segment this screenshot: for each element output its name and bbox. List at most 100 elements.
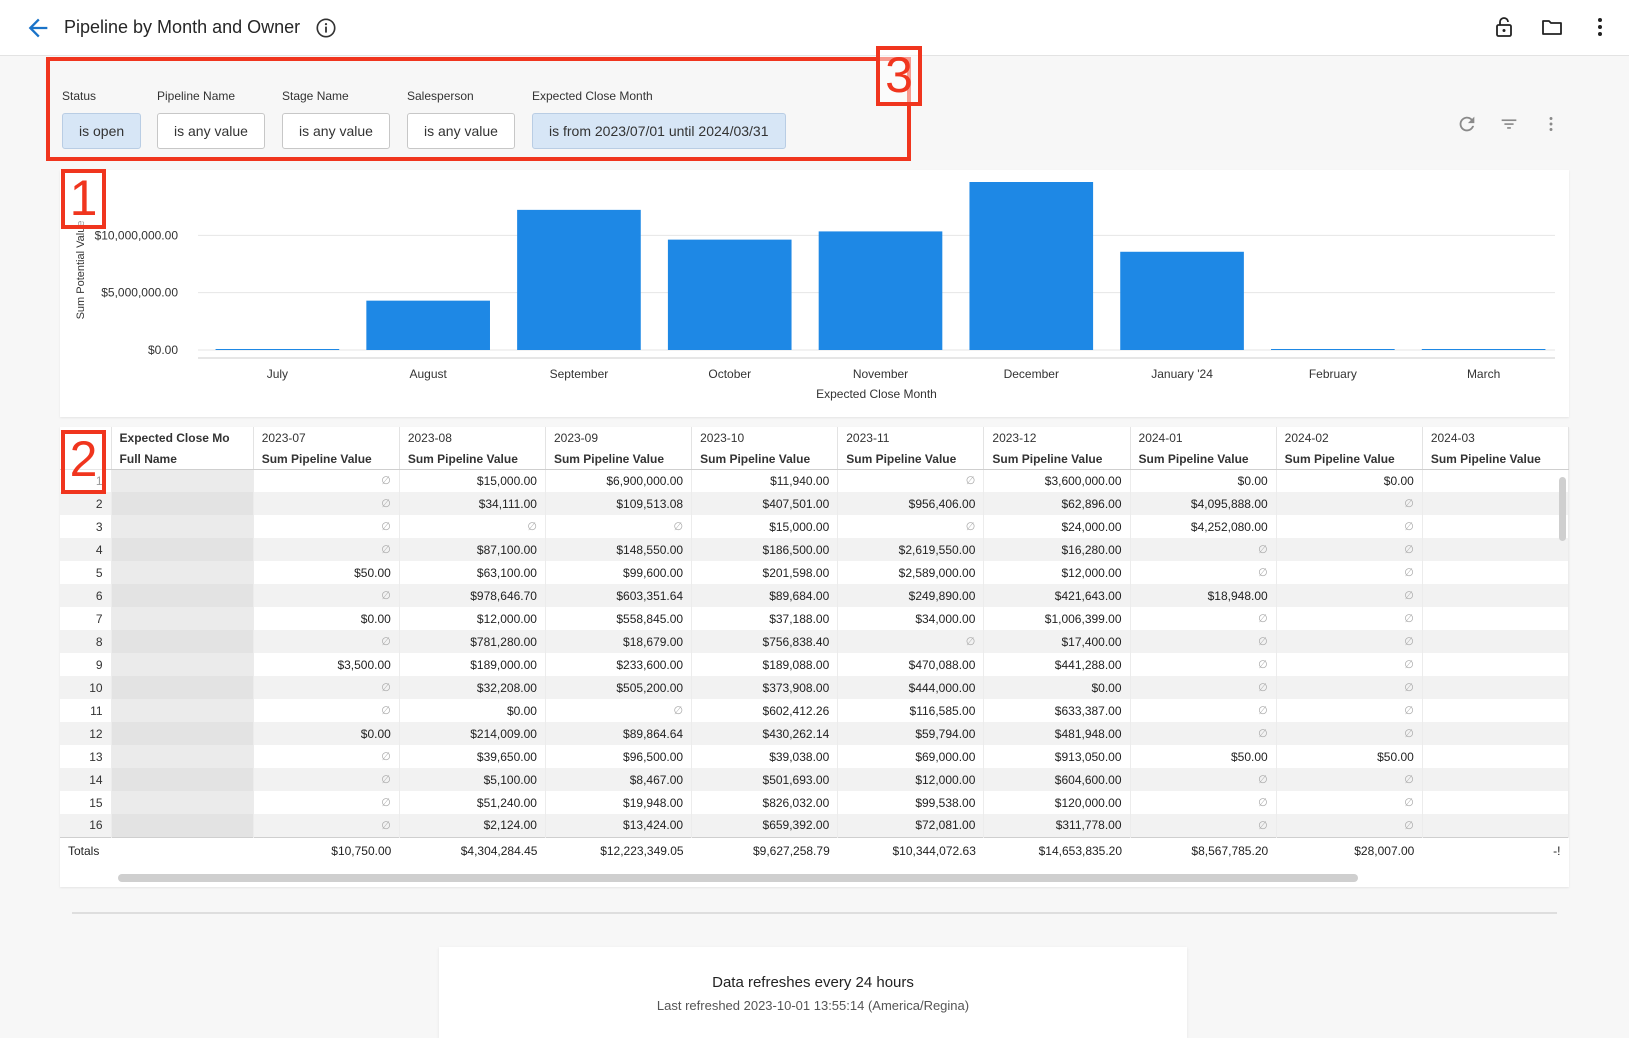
value-cell (1422, 538, 1569, 561)
row-index: 16 (60, 814, 112, 837)
full-name-cell (111, 515, 254, 538)
value-cell: $470,088.00 (837, 653, 985, 676)
vertical-scrollbar[interactable] (1559, 477, 1566, 541)
annotation-label-2: 2 (61, 430, 106, 494)
filter-label: Status (62, 89, 97, 103)
table-row: 11 ∅ $0.00 ∅ $602,412.26 $116,585.00 $633,387.… (60, 699, 1569, 722)
filter-value-button[interactable]: is any value (282, 113, 390, 149)
value-cell (1422, 653, 1569, 676)
value-cell: $50.00 (1130, 745, 1277, 768)
pivot-column-header: 2024-02 (1276, 427, 1423, 449)
null-cell: ∅ (1276, 607, 1423, 630)
bar[interactable] (1120, 251, 1244, 350)
totals-label: Totals (60, 836, 112, 865)
row-index: 11 (60, 699, 112, 722)
measure-header: Sum Pipeline Value (545, 449, 693, 470)
full-name-cell (111, 561, 254, 584)
more-vertical-icon[interactable] (1540, 113, 1562, 135)
refresh-title: Data refreshes every 24 hours (712, 974, 914, 991)
value-cell: $12,000.00 (399, 607, 546, 630)
filter-value-button[interactable]: is open (62, 113, 142, 149)
lock-icon[interactable] (1492, 15, 1516, 39)
null-cell: ∅ (399, 515, 546, 538)
total-cell: $14,653,835.20 (983, 836, 1131, 865)
null-cell: ∅ (1130, 607, 1277, 630)
null-cell: ∅ (1276, 561, 1423, 584)
filter-value-button[interactable]: is any value (407, 113, 515, 149)
value-cell: $189,088.00 (691, 653, 839, 676)
table-row: 10 ∅ $32,208.00 $505,200.00 $373,908.00 $444,… (60, 676, 1569, 699)
value-cell (1422, 699, 1569, 722)
chart-card: $0.00 $5,000,000.00 $10,000,000.00 July Augu… (60, 170, 1569, 417)
more-vertical-icon[interactable] (1588, 15, 1612, 39)
value-cell: $120,000.00 (983, 791, 1131, 814)
measure-header: Sum Pipeline Value (691, 449, 839, 470)
filter-label: Salesperson (407, 89, 474, 103)
full-name-cell (111, 584, 254, 607)
value-cell: $116,585.00 (837, 699, 985, 722)
bar[interactable] (969, 182, 1094, 350)
value-cell: $233,600.00 (545, 653, 693, 676)
filter-value-button[interactable]: is any value (157, 113, 265, 149)
value-cell: $2,124.00 (399, 814, 546, 837)
bar[interactable] (366, 300, 490, 350)
row-index: 10 (60, 676, 112, 699)
section-divider (72, 912, 1557, 914)
bar[interactable] (215, 349, 340, 350)
value-cell: $18,679.00 (545, 630, 693, 653)
folder-icon[interactable] (1540, 15, 1564, 39)
bar[interactable] (1271, 349, 1395, 350)
table-row: 7 $0.00 $12,000.00 $558,845.00 $37,188.00 $34… (60, 607, 1569, 630)
pivot-column-header: 2024-03 (1422, 427, 1569, 449)
value-cell: $59,794.00 (837, 722, 985, 745)
value-cell: $3,500.00 (253, 653, 400, 676)
value-cell: $421,643.00 (983, 584, 1131, 607)
bar[interactable] (517, 209, 641, 350)
measure-header: Sum Pipeline Value (253, 449, 400, 470)
totals-row: Totals $10,750.00 $4,304,284.45 $12,223,349… (60, 836, 1569, 865)
info-icon[interactable] (315, 17, 337, 39)
value-cell: $50.00 (1276, 745, 1423, 768)
row-index: 3 (60, 515, 112, 538)
full-name-cell (111, 699, 254, 722)
table-row: 8 ∅ $781,280.00 $18,679.00 $756,838.40 ∅ $17,4… (60, 630, 1569, 653)
measure-header: Sum Pipeline Value (399, 449, 546, 470)
value-cell: $0.00 (399, 699, 546, 722)
measure-header: Sum Pipeline Value (1130, 449, 1277, 470)
full-name-cell (111, 791, 254, 814)
bar[interactable] (667, 239, 792, 350)
measure-header-row: Full Name Sum Pipeline Value Sum Pipeline … (60, 449, 1569, 470)
value-cell: $633,387.00 (983, 699, 1131, 722)
total-cell: $28,007.00 (1276, 836, 1423, 865)
value-cell: $0.00 (1130, 469, 1277, 492)
filter-icon[interactable] (1498, 113, 1520, 135)
measure-header: Sum Pipeline Value (983, 449, 1131, 470)
bar[interactable] (818, 231, 943, 350)
value-cell: $201,598.00 (691, 561, 839, 584)
filter-salesperson: Salesperson is any value (407, 89, 515, 149)
value-cell: $481,948.00 (983, 722, 1131, 745)
value-cell: $99,600.00 (545, 561, 693, 584)
null-cell: ∅ (1276, 653, 1423, 676)
refresh-icon[interactable] (1456, 113, 1478, 135)
y-tick-label: $0.00 (148, 343, 178, 357)
full-name-cell (111, 538, 254, 561)
value-cell: $24,000.00 (983, 515, 1131, 538)
value-cell: $32,208.00 (399, 676, 546, 699)
value-cell: $11,940.00 (691, 469, 839, 492)
value-cell: $50.00 (253, 561, 400, 584)
filter-value-button[interactable]: is from 2023/07/01 until 2024/03/31 (532, 113, 786, 149)
horizontal-scrollbar[interactable] (118, 874, 1358, 882)
filter-label: Expected Close Month (532, 89, 653, 103)
bar[interactable] (1421, 349, 1546, 350)
back-arrow-icon[interactable] (24, 14, 52, 42)
value-cell: $407,501.00 (691, 492, 839, 515)
null-cell: ∅ (1276, 492, 1423, 515)
null-cell: ∅ (253, 791, 400, 814)
null-cell: ∅ (1276, 791, 1423, 814)
full-name-cell (111, 768, 254, 791)
value-cell: $0.00 (253, 607, 400, 630)
x-tick-label: October (708, 367, 751, 381)
pivot-header[interactable]: Expected Close Mo (111, 427, 254, 449)
value-cell: $16,280.00 (983, 538, 1131, 561)
